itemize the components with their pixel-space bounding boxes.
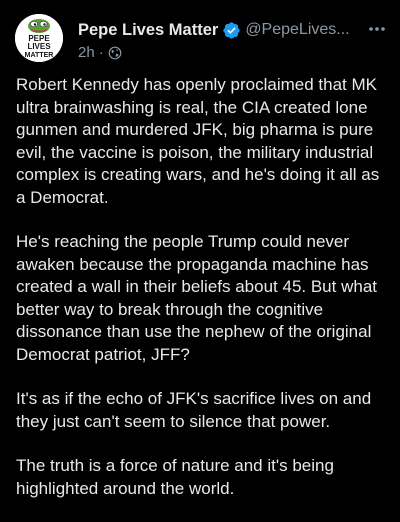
- globe-icon: [108, 46, 122, 59]
- post-paragraph: He's reaching the people Trump could nev…: [16, 232, 377, 364]
- meta-separator: ·: [98, 44, 104, 61]
- post-paragraph: It's as if the echo of JFK's sacrifice l…: [16, 389, 372, 431]
- pepe-avatar-image: PEPE LIVES MATTER: [15, 14, 63, 62]
- author-handle[interactable]: @PepeLives...: [245, 21, 349, 39]
- avatar[interactable]: PEPE LIVES MATTER: [15, 14, 63, 62]
- svg-text:LIVES: LIVES: [27, 42, 51, 51]
- post-body: Robert Kennedy has openly proclaimed tha…: [16, 74, 392, 522]
- post-paragraph: The truth is a force of nature and it's …: [16, 456, 334, 498]
- svg-text:MATTER: MATTER: [25, 52, 54, 59]
- post-header: Pepe Lives Matter @PepeLives... 2h ·: [78, 18, 388, 61]
- post-paragraph: Robert Kennedy has openly proclaimed tha…: [16, 75, 380, 207]
- author-display-name[interactable]: Pepe Lives Matter: [78, 21, 218, 40]
- timestamp[interactable]: 2h: [78, 44, 95, 61]
- author-row: Pepe Lives Matter @PepeLives...: [78, 18, 388, 42]
- more-options-button[interactable]: [366, 20, 388, 38]
- meta-row: 2h ·: [78, 44, 388, 61]
- verified-badge-icon: [223, 21, 240, 39]
- more-options-icon: [369, 27, 385, 31]
- post: PEPE LIVES MATTER Pepe Lives Matter @Pep…: [0, 0, 400, 500]
